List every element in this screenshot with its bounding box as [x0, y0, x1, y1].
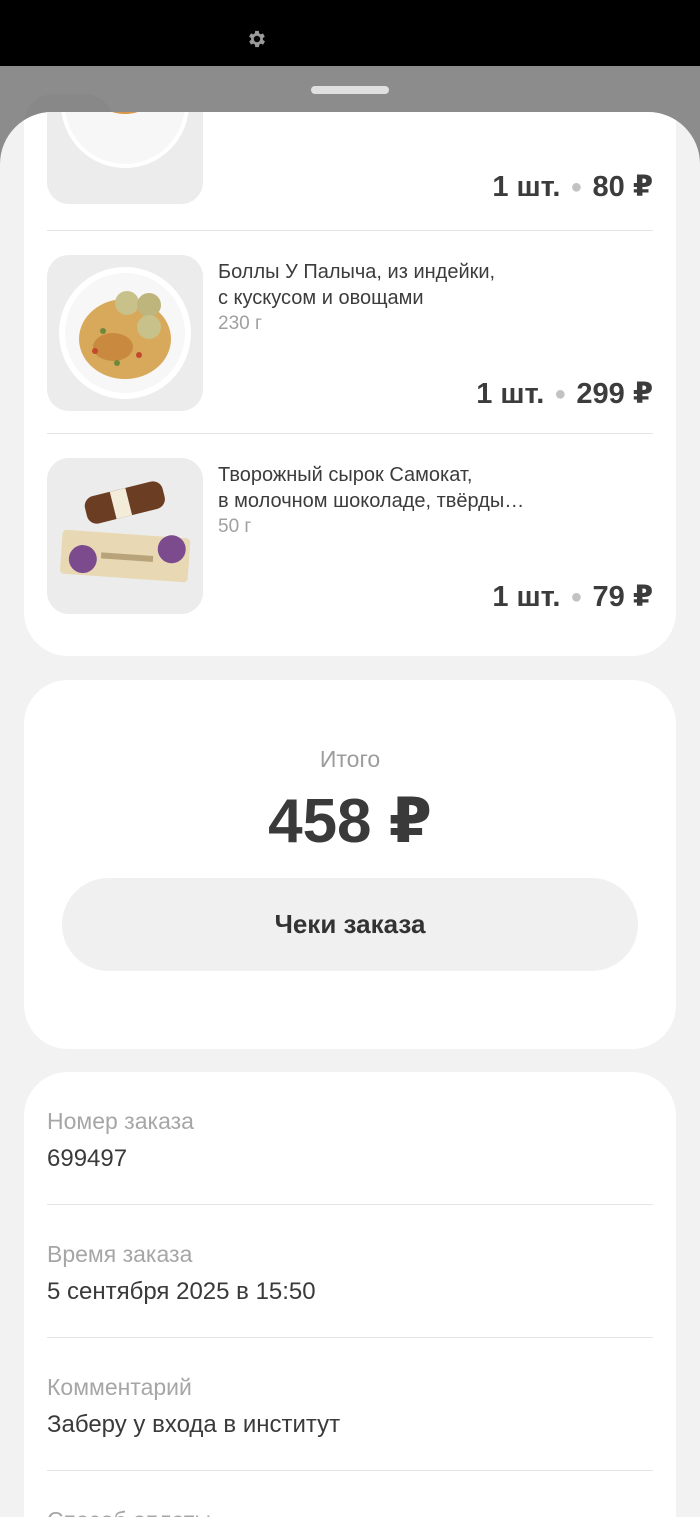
order-total-card: Итого 458 ₽ Чеки заказа	[24, 680, 676, 1049]
list-item[interactable]: 1 шт. ● 80 ₽	[47, 112, 653, 204]
payment-method-label: Способ оплаты	[47, 1507, 653, 1517]
item-qty-price: 1 шт. ● 299 ₽	[476, 376, 653, 411]
payment-method-row: Способ оплаты	[47, 1507, 653, 1517]
separator-dot: ●	[570, 176, 583, 198]
comment-label: Комментарий	[47, 1374, 192, 1400]
total-value: 458 ₽	[268, 787, 432, 856]
separator-dot: ●	[570, 586, 583, 608]
divider	[47, 1470, 653, 1471]
item-price: 80 ₽	[592, 171, 654, 203]
product-image	[47, 255, 203, 411]
order-number-label: Номер заказа	[47, 1108, 194, 1134]
order-number-value: 699497	[47, 1145, 128, 1172]
order-info-card: Номер заказа 699497 Время заказа 5 сентя…	[24, 1072, 676, 1517]
divider	[47, 230, 653, 231]
item-qty-price: 1 шт. ● 79 ₽	[492, 579, 653, 614]
item-weight: 230 г	[218, 313, 262, 334]
sheet-drag-handle[interactable]	[311, 86, 389, 94]
separator-dot: ●	[554, 383, 567, 405]
divider	[47, 433, 653, 434]
item-weight: 50 г	[218, 516, 252, 537]
order-time-row: Время заказа 5 сентября 2025 в 15:50	[47, 1241, 653, 1306]
comment-value: Заберу у входа в институт	[47, 1411, 341, 1438]
product-image	[47, 112, 203, 204]
item-qty: 1 шт.	[492, 171, 561, 203]
total-label: Итого	[319, 746, 381, 772]
item-price: 79 ₽	[592, 581, 654, 613]
order-number-row: Номер заказа 699497	[47, 1108, 653, 1173]
order-receipts-button[interactable]: Чеки заказа	[62, 878, 638, 971]
divider	[47, 1204, 653, 1205]
gear-icon	[249, 30, 265, 48]
list-item[interactable]: Боллы У Палыча, из индейки, с кускусом и…	[47, 255, 653, 411]
comment-row: Комментарий Заберу у входа в институт	[47, 1374, 653, 1439]
divider	[47, 1337, 653, 1338]
order-items-card: 1 шт. ● 80 ₽ Боллы У Палыча, из индейки,…	[24, 112, 676, 656]
item-name: Творожный сырок Самокат, в молочном шоко…	[218, 464, 525, 512]
product-image	[47, 458, 203, 614]
item-price: 299 ₽	[576, 378, 653, 410]
list-item[interactable]: Творожный сырок Самокат, в молочном шоко…	[47, 458, 653, 614]
order-details-sheet: 1 шт. ● 80 ₽ Боллы У Палыча, из индейки,…	[0, 112, 700, 1517]
item-qty: 1 шт.	[492, 581, 561, 613]
item-qty-price: 1 шт. ● 80 ₽	[492, 169, 653, 204]
item-name: Боллы У Палыча, из индейки, с кускусом и…	[218, 261, 496, 309]
order-time-label: Время заказа	[47, 1241, 193, 1267]
status-bar	[0, 0, 700, 66]
order-time-value: 5 сентября 2025 в 15:50	[47, 1278, 316, 1305]
item-qty: 1 шт.	[476, 378, 545, 410]
